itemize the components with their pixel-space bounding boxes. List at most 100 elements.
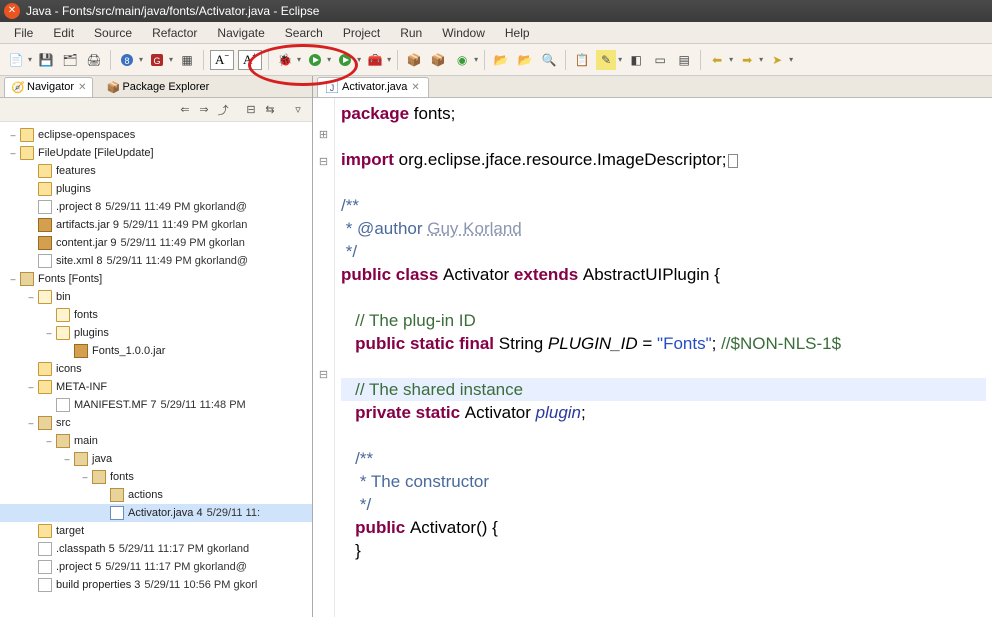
grid-icon[interactable]: ▦ bbox=[177, 50, 197, 70]
new-package-icon[interactable]: 📦 bbox=[404, 50, 424, 70]
tree-item[interactable]: build properties 3 5/29/11 10:56 PM gkor… bbox=[0, 576, 312, 594]
twisty-icon[interactable] bbox=[26, 364, 36, 374]
menu-help[interactable]: Help bbox=[495, 24, 540, 42]
tree-item[interactable]: –src bbox=[0, 414, 312, 432]
twisty-icon[interactable] bbox=[26, 526, 36, 536]
editor-tab-activator[interactable]: J Activator.java ✕ bbox=[317, 77, 429, 97]
package-explorer-tab[interactable]: 📦 Package Explorer bbox=[99, 77, 216, 97]
ext-tools-icon[interactable]: 🧰 bbox=[365, 50, 385, 70]
tree-item[interactable]: –plugins bbox=[0, 324, 312, 342]
tree-item[interactable]: .project 8 5/29/11 11:49 PM gkorland@ bbox=[0, 198, 312, 216]
tree-item[interactable]: features bbox=[0, 162, 312, 180]
tree-item[interactable]: content.jar 9 5/29/11 11:49 PM gkorlan bbox=[0, 234, 312, 252]
tree-item[interactable]: target bbox=[0, 522, 312, 540]
twisty-icon[interactable] bbox=[26, 184, 36, 194]
g-blue-icon[interactable]: 8 bbox=[117, 50, 137, 70]
tree-item[interactable]: –java bbox=[0, 450, 312, 468]
twisty-icon[interactable]: – bbox=[62, 454, 72, 464]
tree-item[interactable]: site.xml 8 5/29/11 11:49 PM gkorland@ bbox=[0, 252, 312, 270]
code-editor[interactable]: package fonts; import org.eclipse.jface.… bbox=[335, 98, 992, 617]
search-icon[interactable]: 🔍 bbox=[539, 50, 559, 70]
twisty-icon[interactable]: – bbox=[44, 328, 54, 338]
outline-icon[interactable]: ▤ bbox=[674, 50, 694, 70]
twisty-icon[interactable]: – bbox=[8, 274, 18, 284]
highlight-icon[interactable]: ✎ bbox=[596, 50, 616, 70]
twisty-icon[interactable]: – bbox=[26, 292, 36, 302]
task-icon[interactable]: 📋 bbox=[572, 50, 592, 70]
menu-file[interactable]: File bbox=[4, 24, 43, 42]
increase-font-button[interactable]: A+ bbox=[238, 50, 262, 70]
twisty-icon[interactable] bbox=[26, 238, 36, 248]
save-all-icon[interactable]: 🗂 bbox=[60, 50, 80, 70]
debug-icon[interactable]: 🐞 bbox=[275, 50, 295, 70]
twisty-icon[interactable]: – bbox=[80, 472, 90, 482]
up-icon[interactable]: ➤ bbox=[767, 50, 787, 70]
menu-refactor[interactable]: Refactor bbox=[142, 24, 207, 42]
menu-window[interactable]: Window bbox=[432, 24, 495, 42]
tree-item[interactable]: –META-INF bbox=[0, 378, 312, 396]
back-nav-icon[interactable]: ⇐ bbox=[177, 102, 193, 118]
tree-item[interactable]: MANIFEST.MF 7 5/29/11 11:48 PM bbox=[0, 396, 312, 414]
open-task-icon[interactable]: 📂 bbox=[515, 50, 535, 70]
editor-gutter[interactable]: ⊞ ⊟ ⊟ bbox=[313, 98, 335, 617]
g-red-icon[interactable]: G bbox=[147, 50, 167, 70]
twisty-icon[interactable] bbox=[26, 202, 36, 212]
tree-item[interactable]: plugins bbox=[0, 180, 312, 198]
twisty-icon[interactable]: – bbox=[44, 436, 54, 446]
new-type-icon[interactable]: ◉ bbox=[452, 50, 472, 70]
tree-item[interactable]: artifacts.jar 9 5/29/11 11:49 PM gkorlan bbox=[0, 216, 312, 234]
run-last-icon[interactable] bbox=[335, 50, 355, 70]
twisty-icon[interactable]: – bbox=[8, 148, 18, 158]
twisty-icon[interactable]: – bbox=[26, 418, 36, 428]
tree-item[interactable]: Activator.java 4 5/29/11 11: bbox=[0, 504, 312, 522]
tree-item[interactable]: –eclipse-openspaces bbox=[0, 126, 312, 144]
twisty-icon[interactable] bbox=[98, 490, 108, 500]
back-icon[interactable]: ⬅ bbox=[707, 50, 727, 70]
menu-run[interactable]: Run bbox=[390, 24, 432, 42]
expand-marker-icon[interactable]: ⊞ bbox=[318, 128, 330, 140]
tree-item[interactable]: –Fonts [Fonts] bbox=[0, 270, 312, 288]
print-icon[interactable]: 🖨 bbox=[84, 50, 104, 70]
twisty-icon[interactable] bbox=[26, 544, 36, 554]
tree-item[interactable]: Fonts_1.0.0.jar bbox=[0, 342, 312, 360]
run-icon[interactable] bbox=[305, 50, 325, 70]
twisty-icon[interactable] bbox=[44, 400, 54, 410]
menu-edit[interactable]: Edit bbox=[43, 24, 84, 42]
twisty-icon[interactable] bbox=[26, 256, 36, 266]
collapse-marker-icon[interactable]: ⊟ bbox=[318, 155, 330, 167]
link-editor-icon[interactable]: ⇆ bbox=[262, 102, 278, 118]
twisty-icon[interactable] bbox=[98, 508, 108, 518]
tree-item[interactable]: –main bbox=[0, 432, 312, 450]
collapse-all-icon[interactable]: ⊟ bbox=[243, 102, 259, 118]
twisty-icon[interactable] bbox=[26, 580, 36, 590]
collapse-marker-icon[interactable]: ⊟ bbox=[318, 368, 330, 380]
twisty-icon[interactable] bbox=[26, 562, 36, 572]
fwd-nav-icon[interactable]: ⇒ bbox=[196, 102, 212, 118]
tree-item[interactable]: .classpath 5 5/29/11 11:17 PM gkorland bbox=[0, 540, 312, 558]
pin-icon[interactable]: ◧ bbox=[626, 50, 646, 70]
menu-source[interactable]: Source bbox=[84, 24, 142, 42]
close-view-icon[interactable]: ✕ bbox=[78, 82, 86, 93]
twisty-icon[interactable] bbox=[26, 166, 36, 176]
close-editor-icon[interactable]: ✕ bbox=[411, 82, 419, 93]
decrease-font-button[interactable]: A− bbox=[210, 50, 234, 70]
bookmark-icon[interactable]: ▭ bbox=[650, 50, 670, 70]
menu-project[interactable]: Project bbox=[333, 24, 390, 42]
menu-search[interactable]: Search bbox=[275, 24, 333, 42]
open-type-icon[interactable]: 📂 bbox=[491, 50, 511, 70]
tree-item[interactable]: fonts bbox=[0, 306, 312, 324]
close-icon[interactable]: ✕ bbox=[4, 3, 20, 19]
twisty-icon[interactable] bbox=[26, 220, 36, 230]
save-icon[interactable]: 💾 bbox=[36, 50, 56, 70]
up-nav-icon[interactable]: ⤴ bbox=[215, 102, 231, 118]
tree-item[interactable]: icons bbox=[0, 360, 312, 378]
new-icon[interactable]: 📄 bbox=[6, 50, 26, 70]
tree-item[interactable]: –fonts bbox=[0, 468, 312, 486]
navigator-tab[interactable]: 🧭 Navigator ✕ bbox=[4, 77, 93, 97]
twisty-icon[interactable] bbox=[44, 310, 54, 320]
menu-navigate[interactable]: Navigate bbox=[207, 24, 274, 42]
forward-icon[interactable]: ➡ bbox=[737, 50, 757, 70]
tree-item[interactable]: .project 5 5/29/11 11:17 PM gkorland@ bbox=[0, 558, 312, 576]
new-class-icon[interactable]: 📦 bbox=[428, 50, 448, 70]
view-menu-icon[interactable]: ▿ bbox=[290, 102, 306, 118]
